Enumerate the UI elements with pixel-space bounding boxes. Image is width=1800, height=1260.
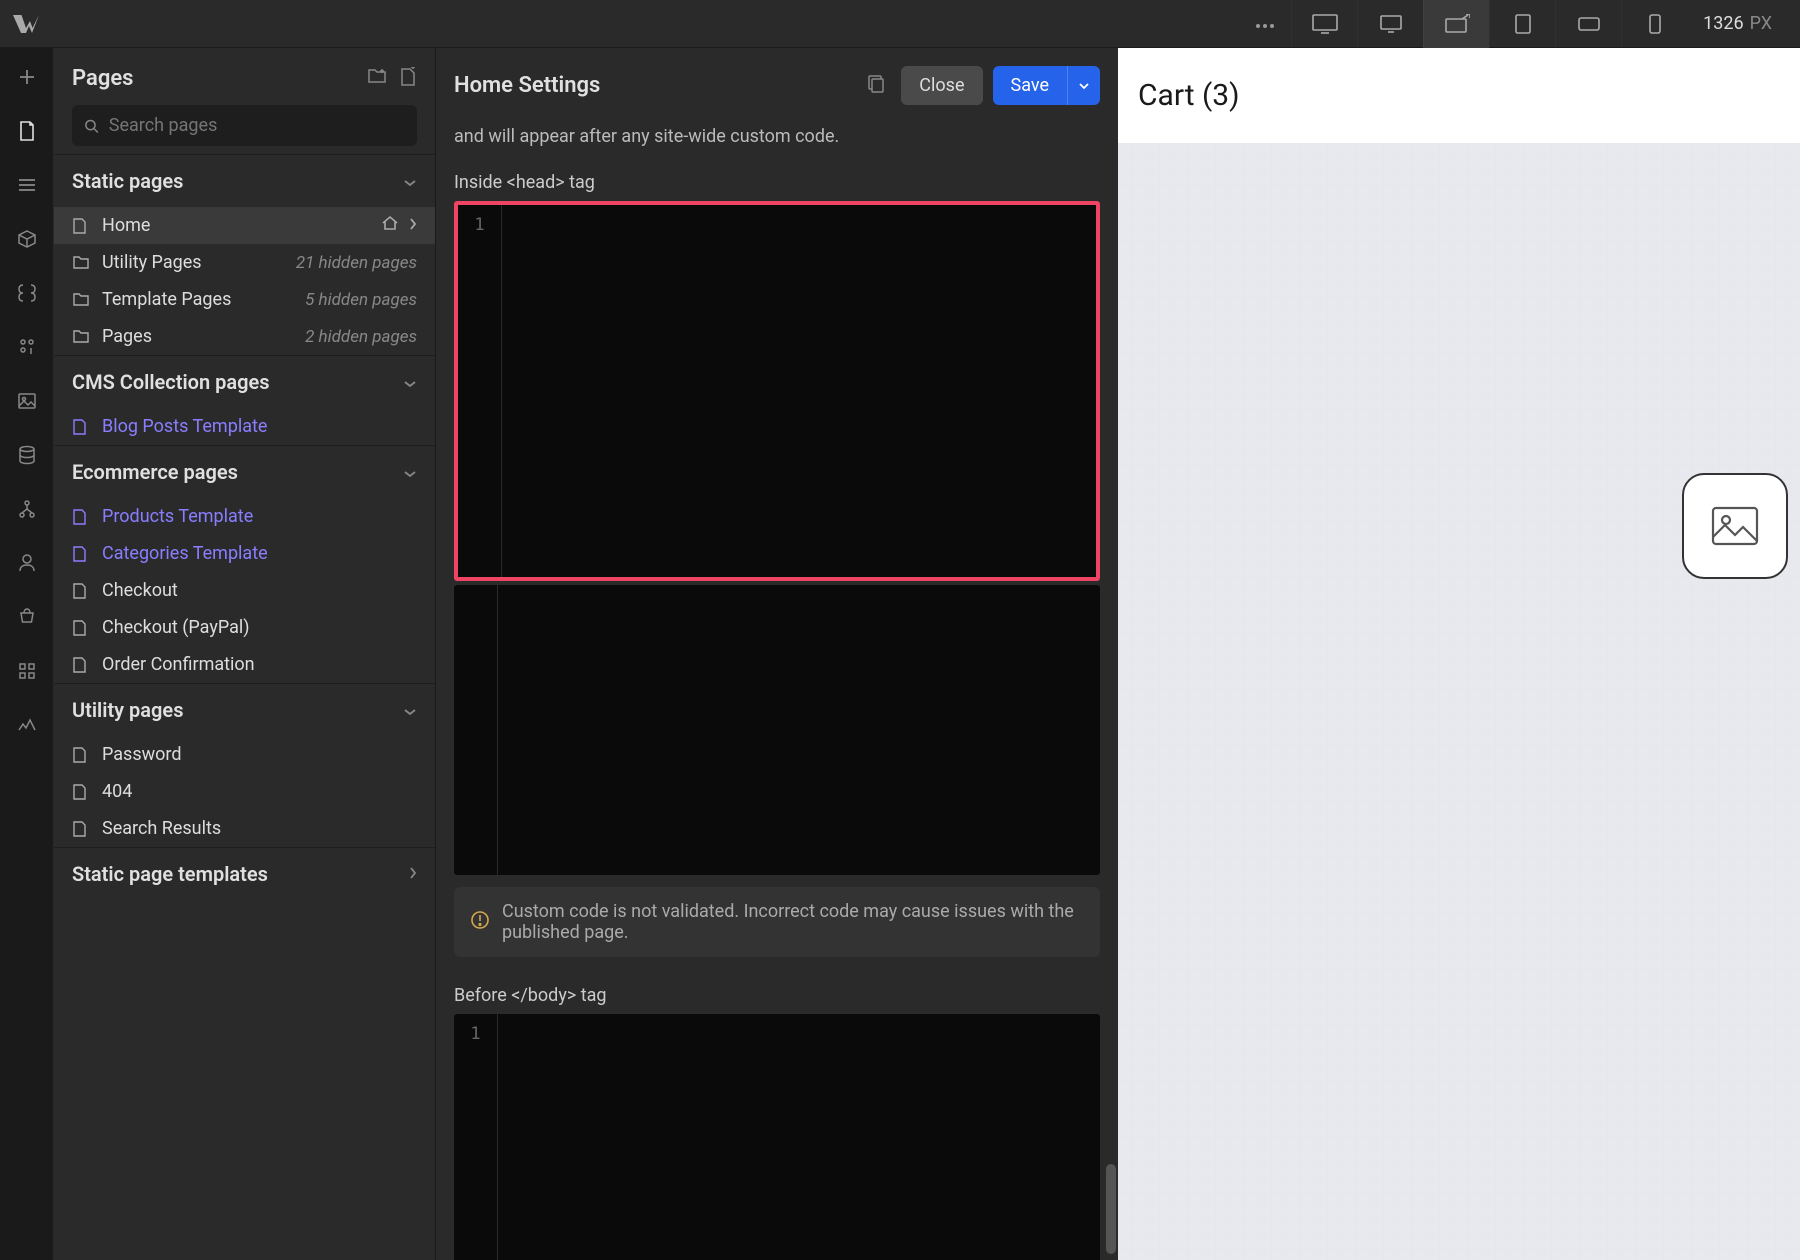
pages-icon[interactable] [12,116,42,146]
ecommerce-pages-section-header[interactable]: Ecommerce pages [54,446,435,498]
page-item-pages-folder[interactable]: Pages 2 hidden pages [54,318,435,355]
page-item-blog-posts-template[interactable]: Blog Posts Template [54,408,435,445]
helper-text: and will appear after any site-wide cust… [454,123,1100,150]
pages-panel-title: Pages [72,66,133,91]
page-item-products-template[interactable]: Products Template [54,498,435,535]
style-icon[interactable] [12,332,42,362]
page-icon [72,619,90,637]
chevron-down-icon [403,172,417,191]
chevron-down-icon [403,373,417,392]
static-templates-section-header[interactable]: Static page templates [54,848,435,900]
more-menu-icon[interactable] [1239,6,1291,41]
mobile-breakpoint-button[interactable] [1621,0,1687,48]
page-icon [72,656,90,674]
settings-panel: Home Settings Close Save and will appear… [436,48,1118,1260]
tablet-large-breakpoint-button[interactable] [1423,0,1489,48]
static-pages-section-header[interactable]: Static pages [54,155,435,207]
viewport-width: 1326PX [1687,13,1788,34]
ecommerce-icon[interactable] [12,602,42,632]
page-icon [72,545,90,563]
page-item-404[interactable]: 404 [54,773,435,810]
components-icon[interactable] [12,224,42,254]
head-code-editor-continuation[interactable] [454,585,1100,875]
utility-pages-section-header[interactable]: Utility pages [54,684,435,736]
line-number: 1 [458,205,502,577]
chevron-down-icon [403,701,417,720]
image-placeholder[interactable] [1682,473,1788,579]
top-bar: 1326PX [0,0,1800,48]
chevron-down-icon [403,463,417,482]
search-pages-input[interactable] [72,105,417,146]
cms-pages-section-header[interactable]: CMS Collection pages [54,356,435,408]
page-icon [72,582,90,600]
page-item-password[interactable]: Password [54,736,435,773]
audit-icon[interactable] [12,710,42,740]
warning-icon [470,910,490,934]
navigator-icon[interactable] [12,170,42,200]
page-item-order-confirmation[interactable]: Order Confirmation [54,646,435,683]
line-number: 1 [454,1014,498,1260]
page-item-search-results[interactable]: Search Results [54,810,435,847]
code-validation-warning: Custom code is not validated. Incorrect … [454,887,1100,957]
mobile-landscape-breakpoint-button[interactable] [1555,0,1621,48]
page-item-utility-pages[interactable]: Utility Pages 21 hidden pages [54,244,435,281]
cms-icon[interactable] [12,440,42,470]
logic-icon[interactable] [12,494,42,524]
settings-title: Home Settings [454,73,600,98]
canvas-preview: Cart (3) [1118,48,1800,1260]
page-icon [72,783,90,801]
home-indicator-icon [381,215,399,236]
add-element-icon[interactable] [12,62,42,92]
users-icon[interactable] [12,548,42,578]
save-dropdown-button[interactable] [1067,66,1100,105]
page-item-categories-template[interactable]: Categories Template [54,535,435,572]
page-icon [72,508,90,526]
desktop-breakpoint-button[interactable] [1357,0,1423,48]
pages-panel: Pages Static pages Hom [54,48,436,1260]
close-button[interactable]: Close [901,66,982,105]
copy-icon[interactable] [861,68,891,104]
chevron-right-icon [409,865,417,884]
folder-icon [72,329,90,344]
save-button[interactable]: Save [993,66,1068,105]
apps-icon[interactable] [12,656,42,686]
page-item-checkout[interactable]: Checkout [54,572,435,609]
desktop-large-breakpoint-button[interactable] [1291,0,1357,48]
webflow-logo[interactable] [12,10,40,38]
head-code-label: Inside <head> tag [454,172,1100,193]
folder-icon [72,292,90,307]
head-code-editor[interactable]: 1 [454,201,1100,581]
chevron-right-icon [409,215,417,236]
page-icon [72,418,90,436]
page-icon [72,820,90,838]
tablet-breakpoint-button[interactable] [1489,0,1555,48]
page-item-home[interactable]: Home [54,207,435,244]
left-rail [0,48,54,1260]
new-folder-icon[interactable] [367,67,387,91]
new-page-icon[interactable] [399,67,417,91]
assets-icon[interactable] [12,386,42,416]
variables-icon[interactable] [12,278,42,308]
page-icon [72,217,90,235]
search-icon [84,118,99,134]
folder-icon [72,255,90,270]
body-code-label: Before </body> tag [454,985,1100,1006]
image-icon [1710,505,1760,547]
page-item-template-pages[interactable]: Template Pages 5 hidden pages [54,281,435,318]
body-code-editor[interactable]: 1 [454,1014,1100,1260]
scrollbar-thumb[interactable] [1106,1164,1116,1254]
page-item-checkout-paypal[interactable]: Checkout (PayPal) [54,609,435,646]
cart-label: Cart (3) [1138,78,1780,113]
page-icon [72,746,90,764]
